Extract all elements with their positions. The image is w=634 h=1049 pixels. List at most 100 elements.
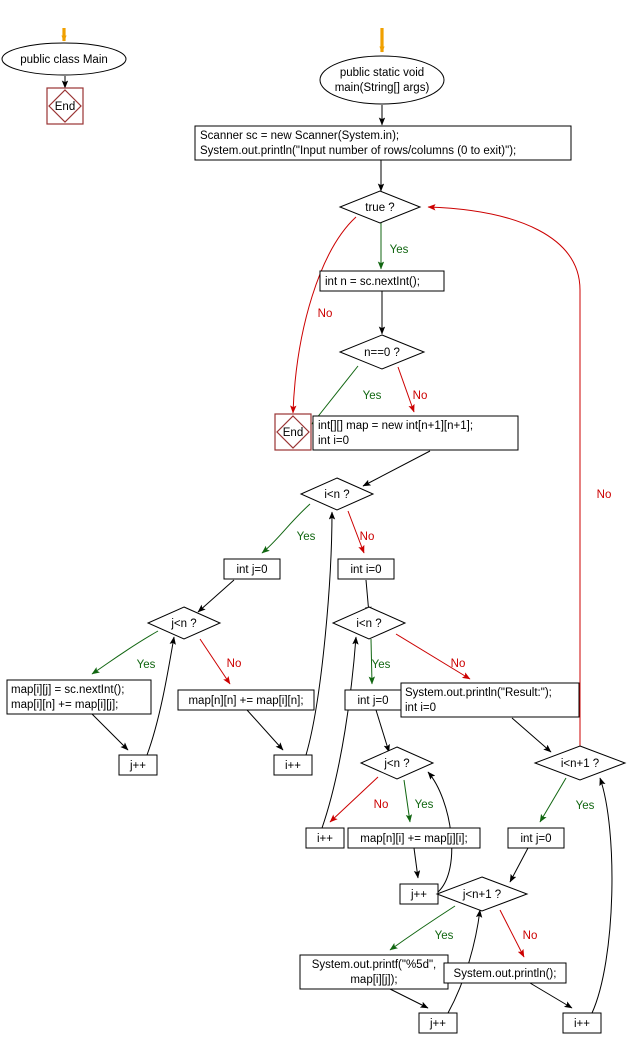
node-cond-j-lt-np1-print[interactable]: j<n+1 ? bbox=[435, 876, 529, 912]
edge-iltnmid-no-printresult bbox=[395, 633, 471, 680]
node-alloc-map-line2: int i=0 bbox=[318, 435, 349, 447]
node-printf-cell[interactable]: System.out.printf("%5d", map[i][j]); bbox=[299, 954, 449, 990]
edge-label-nzero-no: No bbox=[413, 390, 428, 402]
node-init-j-outer-label: int j=0 bbox=[236, 564, 267, 576]
edge-printresult-to-inp1 bbox=[511, 717, 552, 753]
edge-label-loop-back-no: No bbox=[597, 489, 612, 501]
node-cond-i-lt-np1-print-label: i<n+1 ? bbox=[561, 758, 599, 770]
edge-label-imid-no: No bbox=[451, 658, 466, 670]
node-init-j-mid[interactable]: int j=0 bbox=[344, 689, 402, 711]
node-init-i-mid-label: int i=0 bbox=[350, 564, 381, 576]
node-j-incr-col-label: j++ bbox=[410, 889, 427, 901]
edge-iincrprint-back-inp1 bbox=[591, 777, 613, 1014]
edge-jltncol-yes-sumcol bbox=[403, 779, 413, 823]
node-i-incr-col-label: i++ bbox=[317, 833, 333, 845]
node-read-n[interactable]: int n = sc.nextInt(); bbox=[319, 270, 445, 292]
node-alloc-map-line1: int[][] map = new int[n+1][n+1]; bbox=[318, 420, 473, 432]
edge-label-jnp1-no: No bbox=[523, 930, 538, 942]
edge-jltncol-no-iincrcol bbox=[329, 776, 379, 823]
node-cond-j-lt-n-col[interactable]: j<n ? bbox=[359, 746, 435, 780]
node-init-i-mid[interactable]: int i=0 bbox=[337, 558, 395, 580]
flowchart-canvas: public class Main End public static void… bbox=[0, 0, 634, 1049]
node-sum-corner[interactable]: map[n][n] += map[i][n]; bbox=[177, 689, 315, 711]
node-printf-cell-line1: System.out.printf("%5d", bbox=[312, 959, 437, 971]
edge-jnp1-yes-printf bbox=[389, 905, 456, 951]
edge-nzero-yes-end bbox=[311, 365, 359, 425]
edge-jincrprint-back-jnp1 bbox=[447, 909, 483, 1014]
edge-iltn-yes-initj bbox=[261, 503, 311, 554]
node-main-method-line1: public static void bbox=[340, 67, 424, 79]
node-cond-n-zero-label: n==0 ? bbox=[364, 347, 400, 359]
node-print-result-line1: System.out.println("Result:"); bbox=[405, 687, 552, 699]
edge-nzero-no-alloc bbox=[397, 366, 415, 413]
node-cond-i-lt-n-outer[interactable]: i<n ? bbox=[299, 477, 375, 511]
node-init-j-mid-label: int j=0 bbox=[357, 695, 388, 707]
node-cond-j-lt-n-col-label: j<n ? bbox=[383, 758, 409, 770]
node-printf-cell-line2: map[i][j]); bbox=[350, 974, 397, 986]
edge-label-jnp1-yes: Yes bbox=[435, 930, 454, 942]
node-println-newline-label: System.out.println(); bbox=[454, 968, 557, 980]
node-cond-true-label: true ? bbox=[365, 202, 394, 214]
node-read-n-label: int n = sc.nextInt(); bbox=[325, 276, 420, 288]
edges-layer bbox=[61, 28, 613, 1014]
node-init-j-print[interactable]: int j=0 bbox=[507, 827, 565, 849]
edge-initjprint-to-jnp1 bbox=[509, 847, 529, 883]
node-sum-col[interactable]: map[n][i] += map[j][i]; bbox=[347, 827, 481, 849]
node-cond-true[interactable]: true ? bbox=[338, 190, 422, 224]
node-end-class[interactable]: End bbox=[46, 87, 84, 125]
edge-iincr-back-iltn bbox=[305, 511, 336, 756]
node-j-incr-print-label: j++ bbox=[429, 1018, 446, 1030]
node-init-j-print-label: int j=0 bbox=[520, 833, 551, 845]
node-cond-i-lt-n-mid-label: i<n ? bbox=[356, 618, 381, 630]
node-j-incr-print[interactable]: j++ bbox=[418, 1012, 458, 1034]
node-read-cell-line2: map[i][n] += map[i][j]; bbox=[11, 699, 118, 711]
edge-label-jread-no: No bbox=[227, 658, 242, 670]
edge-jltn-no-sumcorner bbox=[199, 638, 231, 685]
edge-label-imid-yes: Yes bbox=[372, 659, 391, 671]
edge-label-true-yes: Yes bbox=[390, 244, 409, 256]
edge-println-to-iincrprint bbox=[529, 982, 573, 1009]
node-scanner-init[interactable]: Scanner sc = new Scanner(System.in); Sys… bbox=[194, 125, 572, 161]
node-sum-col-label: map[n][i] += map[j][i]; bbox=[360, 833, 467, 845]
edge-label-true-no: No bbox=[318, 308, 333, 320]
node-alloc-map[interactable]: int[][] map = new int[n+1][n+1]; int i=0 bbox=[312, 415, 519, 451]
node-cond-n-zero[interactable]: n==0 ? bbox=[338, 334, 426, 370]
node-j-incr-read[interactable]: j++ bbox=[118, 754, 158, 776]
node-println-newline[interactable]: System.out.println(); bbox=[443, 962, 567, 984]
edge-sumcol-to-jincrcol bbox=[413, 847, 421, 879]
node-end-main[interactable]: End bbox=[274, 413, 312, 451]
edge-iincrcol-back-iltnmid bbox=[321, 636, 359, 829]
node-cond-j-lt-n-read-label: j<n ? bbox=[170, 618, 196, 630]
node-print-result[interactable]: System.out.println("Result:"); int i=0 bbox=[400, 682, 580, 718]
node-cond-i-lt-n-mid[interactable]: i<n ? bbox=[331, 606, 407, 640]
edge-alloc-to-iltn bbox=[362, 450, 431, 487]
node-i-incr-print[interactable]: i++ bbox=[562, 1012, 602, 1034]
node-i-incr-col[interactable]: i++ bbox=[305, 827, 345, 849]
edge-label-inp1-yes: Yes bbox=[576, 800, 595, 812]
node-cond-i-lt-n-outer-label: i<n ? bbox=[324, 489, 349, 501]
node-i-incr-corner[interactable]: i++ bbox=[273, 754, 313, 776]
node-main-method-line2: main(String[] args) bbox=[335, 82, 430, 94]
edge-label-nzero-yes: Yes bbox=[363, 390, 382, 402]
node-sum-corner-label: map[n][n] += map[i][n]; bbox=[188, 695, 303, 707]
edge-label-jread-yes: Yes bbox=[137, 659, 156, 671]
edge-printf-to-jincrprint bbox=[389, 988, 429, 1009]
node-scanner-init-line1: Scanner sc = new Scanner(System.in); bbox=[200, 130, 399, 142]
node-read-cell-line1: map[i][j] = sc.nextInt(); bbox=[11, 684, 124, 696]
node-print-result-line2: int i=0 bbox=[405, 702, 436, 714]
node-end-class-label: End bbox=[55, 101, 75, 113]
edge-label-jcol-no: No bbox=[374, 799, 389, 811]
node-class-main-label: public class Main bbox=[20, 54, 108, 66]
node-i-incr-print-label: i++ bbox=[574, 1018, 590, 1030]
flowchart-svg: public class Main End public static void… bbox=[1, 28, 627, 1034]
node-class-main[interactable]: public class Main bbox=[1, 42, 127, 76]
node-main-method[interactable]: public static void main(String[] args) bbox=[319, 55, 445, 105]
node-j-incr-col[interactable]: j++ bbox=[399, 883, 439, 905]
node-cond-j-lt-n-read[interactable]: j<n ? bbox=[146, 606, 222, 640]
node-read-cell[interactable]: map[i][j] = sc.nextInt(); map[i][n] += m… bbox=[6, 679, 152, 715]
node-init-j-outer[interactable]: int j=0 bbox=[223, 558, 281, 580]
node-scanner-init-line2: System.out.println("Input number of rows… bbox=[200, 145, 516, 157]
node-cond-i-lt-np1-print[interactable]: i<n+1 ? bbox=[533, 745, 627, 781]
edge-readcell-to-jincr bbox=[91, 713, 129, 751]
edge-initj-to-jltn bbox=[197, 579, 235, 613]
